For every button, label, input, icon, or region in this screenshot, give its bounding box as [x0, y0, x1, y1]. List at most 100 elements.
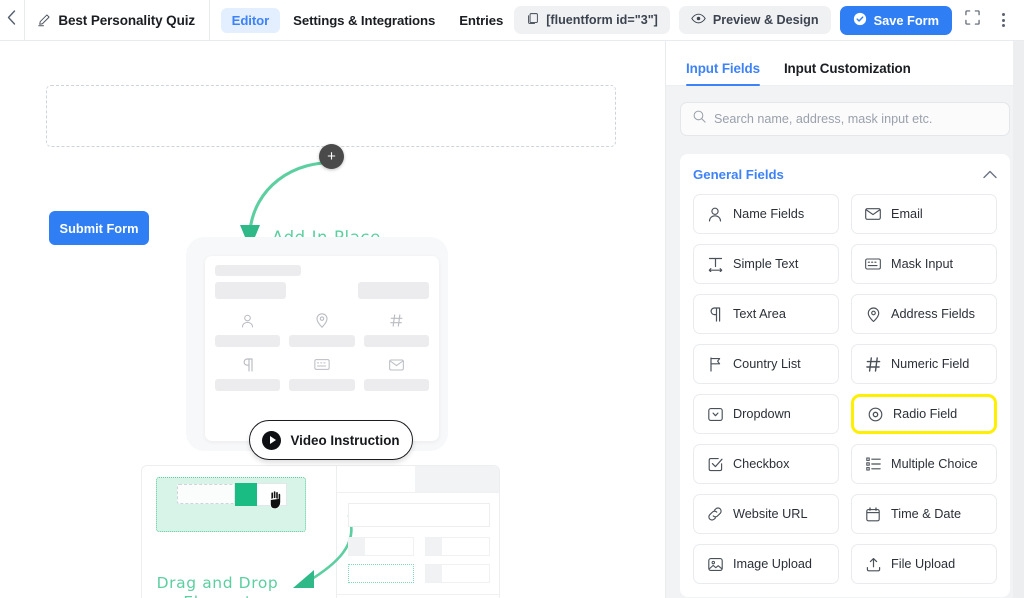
hash-icon	[865, 356, 881, 372]
tab-input-fields[interactable]: Input Fields	[686, 61, 760, 86]
field-label: Image Upload	[733, 557, 812, 571]
calendar-icon	[865, 506, 881, 522]
field-label: Email	[891, 207, 923, 221]
preview-field	[424, 564, 490, 583]
search-input[interactable]	[714, 112, 997, 126]
envelope-icon	[865, 208, 881, 220]
more-options-button[interactable]	[992, 7, 1014, 33]
field-button-radio-field[interactable]: Radio Field	[851, 394, 997, 434]
pencil-icon	[37, 13, 51, 27]
field-button-image-upload[interactable]: Image Upload	[693, 544, 839, 584]
tab-editor[interactable]: Editor	[220, 7, 281, 33]
field-label: Checkbox	[733, 457, 790, 471]
field-button-file-upload[interactable]: File Upload	[851, 544, 997, 584]
preview-header-skeleton	[337, 466, 499, 492]
preview-field	[424, 537, 490, 556]
panel-tabs: Input Fields Input Customization	[666, 41, 1024, 86]
save-form-button[interactable]: Save Form	[839, 5, 952, 35]
preview-field	[348, 537, 414, 556]
field-button-simple-text[interactable]: Simple Text	[693, 244, 839, 284]
field-button-time-date[interactable]: Time & Date	[851, 494, 997, 534]
shortcode-chip[interactable]: [fluentform id="3"]	[514, 6, 670, 34]
search-icon	[693, 110, 706, 128]
mask-input-icon	[865, 258, 881, 270]
user-icon	[707, 207, 723, 222]
field-label: Mask Input	[891, 257, 954, 271]
field-button-name-fields[interactable]: Name Fields	[693, 194, 839, 234]
fullscreen-icon	[964, 10, 980, 30]
form-title-text: Best Personality Quiz	[58, 12, 196, 28]
checkbox-icon	[707, 457, 723, 472]
fullscreen-button[interactable]	[961, 7, 983, 33]
field-button-dropdown[interactable]: Dropdown	[693, 394, 839, 434]
preview-body	[337, 492, 499, 583]
mini-form-title-skeleton	[215, 265, 429, 277]
panel-body: General Fields Name Fields Email	[666, 86, 1024, 598]
chevron-up-icon[interactable]	[983, 170, 997, 179]
empty-dropzone[interactable]	[46, 85, 616, 147]
mini-field-numeric	[363, 313, 429, 347]
shortcode-text: [fluentform id="3"]	[546, 13, 658, 27]
envelope-icon	[388, 357, 404, 372]
copy-icon	[526, 12, 539, 28]
radio-icon	[867, 407, 883, 422]
general-fields-grid: Name Fields Email Simple Text Mask Input	[693, 194, 997, 584]
tab-input-customization[interactable]: Input Customization	[784, 61, 911, 85]
field-label: Multiple Choice	[891, 457, 978, 471]
field-button-address-fields[interactable]: Address Fields	[851, 294, 997, 334]
flag-icon	[707, 356, 723, 372]
field-label: Dropdown	[733, 407, 791, 421]
form-preview-column	[337, 466, 499, 598]
field-label: Address Fields	[891, 307, 975, 321]
submit-form-button[interactable]: Submit Form	[49, 211, 149, 245]
mini-field-email	[363, 357, 429, 391]
field-button-text-area[interactable]: Text Area	[693, 294, 839, 334]
mini-form-field-grid	[215, 313, 429, 391]
search-field-wrapper[interactable]	[680, 102, 1010, 136]
drop-placeholder-outline	[177, 484, 235, 504]
hash-icon	[389, 313, 403, 328]
main-nav-tabs: Editor Settings & Integrations Entries	[210, 7, 515, 33]
preview-full-field	[348, 503, 490, 527]
general-fields-title: General Fields	[693, 166, 784, 182]
back-button[interactable]	[0, 0, 24, 40]
preview-footer	[337, 594, 499, 598]
field-button-country-list[interactable]: Country List	[693, 344, 839, 384]
field-label: Numeric Field	[891, 357, 970, 371]
field-button-email[interactable]: Email	[851, 194, 997, 234]
location-pin-icon	[316, 313, 328, 328]
preview-drop-placeholder	[348, 564, 414, 583]
add-field-button[interactable]: +	[319, 144, 344, 169]
field-button-numeric-field[interactable]: Numeric Field	[851, 344, 997, 384]
field-label: Name Fields	[733, 207, 805, 221]
mini-field-address	[289, 313, 355, 347]
preview-design-button[interactable]: Preview & Design	[678, 6, 831, 34]
location-pin-icon	[865, 306, 881, 322]
mini-form-tabs-skeleton	[215, 282, 429, 299]
tab-entries[interactable]: Entries	[448, 8, 514, 33]
preview-label: Preview & Design	[712, 13, 819, 27]
cursor-grab-icon	[270, 490, 281, 510]
top-toolbar: Best Personality Quiz Editor Settings & …	[0, 0, 1024, 41]
field-button-website-url[interactable]: Website URL	[693, 494, 839, 534]
dropdown-icon	[707, 407, 723, 422]
more-vertical-icon	[1001, 12, 1005, 28]
field-button-multiple-choice[interactable]: Multiple Choice	[851, 444, 997, 484]
general-fields-group: General Fields Name Fields Email Simple …	[680, 154, 1010, 597]
field-button-mask-input[interactable]: Mask Input	[851, 244, 997, 284]
plus-icon: +	[327, 148, 336, 165]
play-icon	[262, 430, 282, 450]
video-instruction-button[interactable]: Video Instruction	[249, 420, 413, 460]
chevron-left-icon	[7, 10, 16, 30]
panel-scrollbar[interactable]	[1013, 41, 1024, 598]
form-canvas: + Submit Form Add In Place	[0, 41, 665, 598]
general-fields-header[interactable]: General Fields	[693, 154, 997, 194]
form-title-group[interactable]: Best Personality Quiz	[24, 0, 209, 40]
mini-field-textarea	[215, 357, 281, 391]
field-label: Country List	[733, 357, 801, 371]
field-button-checkbox[interactable]: Checkbox	[693, 444, 839, 484]
fields-panel: Input Fields Input Customization General…	[665, 41, 1024, 598]
tab-settings-integrations[interactable]: Settings & Integrations	[282, 8, 446, 33]
upload-icon	[865, 557, 881, 572]
field-label: Radio Field	[893, 407, 958, 421]
